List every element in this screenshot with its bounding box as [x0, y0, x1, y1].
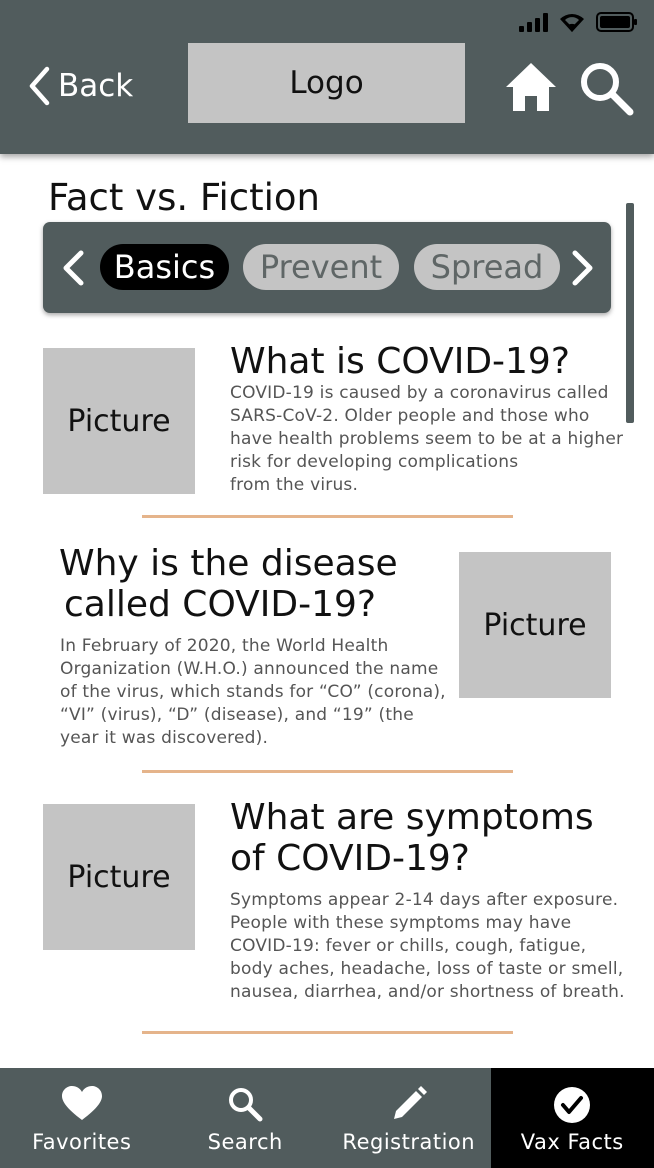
- nav-label: Vax Facts: [520, 1130, 624, 1154]
- top-app-bar: Back Logo: [0, 0, 654, 154]
- fact-body-line: risk for developing complications: [230, 452, 519, 472]
- battery-icon: [596, 12, 637, 32]
- fact-body-line: have health problems seem to be at a hig…: [230, 429, 624, 449]
- back-label: Back: [58, 68, 134, 104]
- chevron-left-icon: [29, 66, 50, 106]
- tab-spread[interactable]: Spread: [414, 244, 560, 290]
- fact-title-line: What are symptoms: [230, 797, 594, 838]
- fact-body-line: year it was discovered).: [60, 728, 269, 748]
- bottom-nav: Favorites Search Registration Vax Facts: [0, 1068, 654, 1168]
- signal-icon: [519, 12, 548, 32]
- fact-picture-placeholder: Picture: [459, 552, 611, 698]
- fact-body-line: In February of 2020, the World Health: [60, 636, 389, 656]
- nav-label: Search: [207, 1130, 283, 1154]
- nav-search[interactable]: Search: [164, 1068, 328, 1168]
- status-bar: [519, 10, 638, 34]
- fact-body-line: COVID-19: fever or chills, cough, fatigu…: [230, 936, 587, 956]
- section-divider: [142, 770, 513, 773]
- scrollbar[interactable]: [626, 203, 634, 423]
- fact-body-line: COVID-19 is caused by a coronavirus call…: [230, 383, 609, 403]
- picture-label: Picture: [483, 607, 587, 643]
- logo-placeholder: Logo: [188, 43, 465, 123]
- nav-favorites[interactable]: Favorites: [0, 1068, 164, 1168]
- picture-label: Picture: [67, 403, 171, 439]
- fact-body-line: nausea, diarrhea, and/or shortness of br…: [230, 982, 625, 1002]
- fact-title-line: called COVID-19?: [64, 584, 377, 625]
- section-divider: [142, 515, 513, 518]
- fact-body-line: “VI” (virus), “D” (disease), and “19” (t…: [60, 705, 414, 725]
- back-button[interactable]: Back: [28, 64, 133, 108]
- fact-picture-placeholder: Picture: [43, 804, 195, 950]
- fact-title-line: of COVID-19?: [230, 838, 470, 879]
- fact-body-line: body aches, headache, loss of taste or s…: [230, 959, 624, 979]
- nav-label: Registration: [342, 1130, 476, 1154]
- search-icon[interactable]: [578, 60, 634, 116]
- section-divider: [142, 1031, 513, 1034]
- fact-body-line: from the virus.: [230, 475, 359, 495]
- fact-body-line: People with these symptoms may have: [230, 913, 572, 933]
- fact-title-line: Why is the disease: [59, 543, 398, 584]
- logo-label: Logo: [289, 65, 364, 101]
- fact-title: What are symptoms of COVID-19?: [230, 797, 594, 879]
- nav-label: Favorites: [32, 1130, 132, 1154]
- chevron-right-icon[interactable]: [565, 250, 599, 286]
- fact-body-line: Organization (W.H.O.) announced the name: [60, 659, 439, 679]
- pencil-icon: [393, 1086, 427, 1119]
- nav-registration[interactable]: Registration: [327, 1068, 491, 1168]
- chevron-left-icon[interactable]: [57, 250, 91, 286]
- fact-title: Why is the disease called COVID-19?: [59, 543, 398, 625]
- wifi-icon: [560, 14, 584, 32]
- fact-picture-placeholder: Picture: [43, 348, 195, 494]
- check-circle-icon: [554, 1087, 591, 1123]
- fact-body-line: SARS-CoV-2. Older people and those who: [230, 406, 590, 426]
- nav-vax-facts[interactable]: Vax Facts: [490, 1068, 654, 1168]
- fact-body-line: of the virus, which stands for “CO” (cor…: [60, 682, 446, 702]
- picture-label: Picture: [67, 859, 171, 895]
- heart-icon: [61, 1086, 102, 1120]
- fact-title: What is COVID-19?: [230, 341, 570, 382]
- tab-prevent[interactable]: Prevent: [243, 244, 399, 290]
- fact-body: Symptoms appear 2-14 days after exposure…: [230, 889, 625, 1004]
- fact-body: COVID-19 is caused by a coronavirus call…: [230, 382, 623, 497]
- search-icon: [229, 1088, 263, 1122]
- fact-title-line: What is COVID-19?: [230, 341, 570, 382]
- tab-basics[interactable]: Basics: [100, 244, 229, 290]
- fact-body: In February of 2020, the World Health Or…: [60, 635, 446, 750]
- home-icon[interactable]: [504, 60, 558, 114]
- page-title: Fact vs. Fiction: [48, 176, 320, 219]
- fact-body-line: Symptoms appear 2-14 days after exposure…: [230, 890, 619, 910]
